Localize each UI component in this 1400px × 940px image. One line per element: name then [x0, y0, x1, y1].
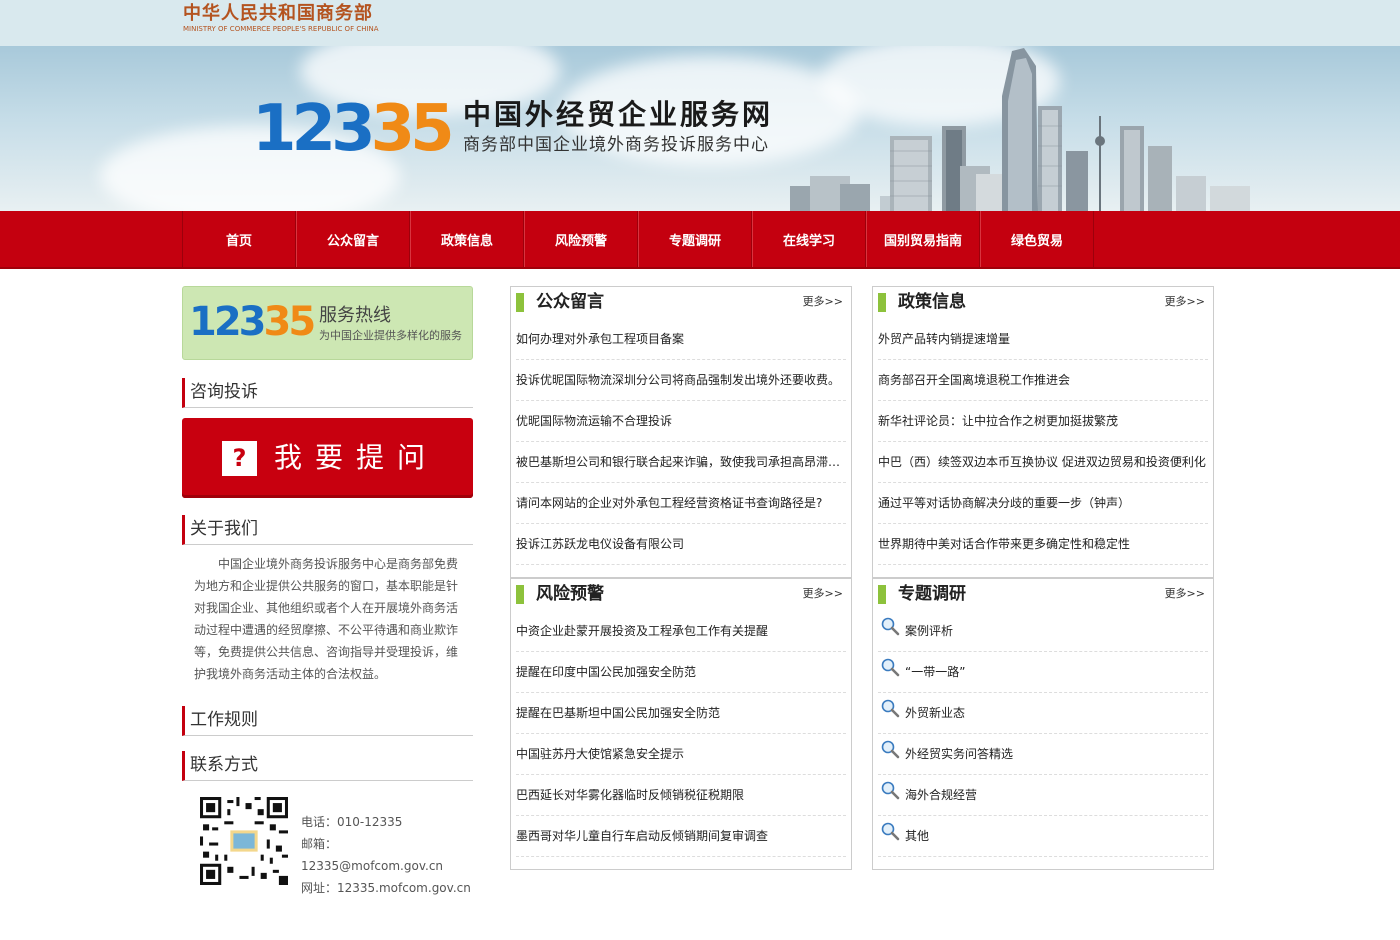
- list-item[interactable]: 墨西哥对华儿童自行车启动反倾销期间复审调查: [516, 816, 846, 857]
- main-nav: 首页 公众留言 政策信息 风险预警 专题调研 在线学习 国别贸易指南 绿色贸易: [0, 211, 1400, 269]
- contact-block: 电话：010-12335 邮箱： 12335@mofcom.gov.cn 网址：…: [182, 793, 473, 903]
- list-item[interactable]: 通过平等对话协商解决分歧的重要一步（钟声）: [878, 483, 1208, 524]
- city-skyline-image: [790, 48, 1250, 211]
- list-item[interactable]: 提醒在印度中国公民加强安全防范: [516, 652, 846, 693]
- nav-topic-research[interactable]: 专题调研: [638, 211, 752, 267]
- list-item[interactable]: 中国驻苏丹大使馆紧急安全提示: [516, 734, 846, 775]
- contact-email[interactable]: 12335@mofcom.gov.cn: [301, 855, 471, 877]
- list-item[interactable]: 投诉江苏跃龙电仪设备有限公司: [516, 524, 846, 565]
- about-text: 中国企业境外商务投诉服务中心是商务部免费为地方和企业提供公共服务的窗口，基本职能…: [194, 557, 459, 681]
- panel-topic-research: 专题调研 更多>> 案例评析 “一带一路” 外贸新业态 外经贸实务问答精选 海外…: [872, 578, 1214, 870]
- hotline-number: 12335: [189, 299, 316, 345]
- about-heading[interactable]: 关于我们: [182, 515, 473, 545]
- contact-email-label: 邮箱：: [301, 837, 338, 851]
- contact-heading[interactable]: 联系方式: [182, 751, 473, 781]
- ask-question-button[interactable]: ? 我要提问: [182, 418, 473, 498]
- nav-country-trade-guide[interactable]: 国别贸易指南: [866, 211, 980, 267]
- left-sidebar: 12335 服务热线 为中国企业提供多样化的服务 咨询投诉 ? 我要提问 关于我…: [182, 286, 473, 903]
- magnifier-icon: [881, 699, 900, 718]
- list-item[interactable]: 优昵国际物流运输不合理投诉: [516, 401, 846, 442]
- top-strip: 中华人民共和国商务部 MINISTRY OF COMMERCE PEOPLE'S…: [0, 0, 1400, 46]
- site-logo-number[interactable]: 12335: [252, 94, 455, 164]
- section-marker: [878, 293, 886, 312]
- main-content: 12335 服务热线 为中国企业提供多样化的服务 咨询投诉 ? 我要提问 关于我…: [0, 269, 1400, 939]
- topic-item[interactable]: 外贸新业态: [878, 693, 1208, 734]
- rules-heading[interactable]: 工作规则: [182, 706, 473, 736]
- magnifier-icon: [881, 617, 900, 636]
- magnifier-icon: [881, 781, 900, 800]
- hotline-title: 服务热线: [319, 305, 391, 326]
- magnifier-icon: [881, 740, 900, 759]
- question-mark-icon: ?: [222, 441, 257, 476]
- list-item[interactable]: 中资企业赴蒙开展投资及工程承包工作有关提醒: [516, 611, 846, 652]
- section-marker: [516, 293, 524, 312]
- hotline-subtitle: 为中国企业提供多样化的服务: [319, 329, 462, 342]
- topic-item[interactable]: “一带一路”: [878, 652, 1208, 693]
- magnifier-icon: [881, 822, 900, 841]
- more-link[interactable]: 更多>>: [803, 295, 843, 309]
- nav-policy-info[interactable]: 政策信息: [410, 211, 524, 267]
- panel-risk-warning: 风险预警 更多>> 中资企业赴蒙开展投资及工程承包工作有关提醒 提醒在印度中国公…: [510, 578, 852, 870]
- nav-online-learning[interactable]: 在线学习: [752, 211, 866, 267]
- list-item[interactable]: 请问本网站的企业对外承包工程经营资格证书查询路径是?: [516, 483, 846, 524]
- list-item[interactable]: 如何办理对外承包工程项目备案: [516, 319, 846, 360]
- nav-public-messages[interactable]: 公众留言: [296, 211, 410, 267]
- topic-item[interactable]: 其他: [878, 816, 1208, 857]
- panel-title: 风险预警: [536, 584, 604, 604]
- list-item[interactable]: 提醒在巴基斯坦中国公民加强安全防范: [516, 693, 846, 734]
- more-link[interactable]: 更多>>: [1165, 295, 1205, 309]
- section-marker: [516, 585, 524, 604]
- list-item[interactable]: 中巴（西）续签双边本币互换协议 促进双边贸易和投资便利化: [878, 442, 1208, 483]
- ministry-name-cn: 中华人民共和国商务部: [183, 3, 373, 24]
- consult-heading[interactable]: 咨询投诉: [182, 378, 473, 408]
- list-item[interactable]: 新华社评论员：让中拉合作之树更加挺拔繁茂: [878, 401, 1208, 442]
- ministry-name-en: MINISTRY OF COMMERCE PEOPLE'S REPUBLIC O…: [183, 25, 379, 33]
- more-link[interactable]: 更多>>: [803, 587, 843, 601]
- list-item[interactable]: 世界期待中美对话合作带来更多确定性和稳定性: [878, 524, 1208, 565]
- panel-policy-info: 政策信息 更多>> 外贸产品转内销提速增量 商务部召开全国离境退税工作推进会 新…: [872, 286, 1214, 578]
- site-subtitle: 商务部中国企业境外商务投诉服务中心: [463, 135, 769, 155]
- hotline-banner[interactable]: 12335 服务热线 为中国企业提供多样化的服务: [182, 286, 473, 360]
- topic-item[interactable]: 外经贸实务问答精选: [878, 734, 1208, 775]
- list-item[interactable]: 投诉优昵国际物流深圳分公司将商品强制发出境外还要收费。: [516, 360, 846, 401]
- list-item[interactable]: 被巴基斯坦公司和银行联合起来诈骗，致使我司承担高昂滞…: [516, 442, 846, 483]
- nav-home[interactable]: 首页: [182, 211, 296, 267]
- list-item[interactable]: 商务部召开全国离境退税工作推进会: [878, 360, 1208, 401]
- panel-public-messages: 公众留言 更多>> 如何办理对外承包工程项目备案 投诉优昵国际物流深圳分公司将商…: [510, 286, 852, 578]
- panel-title: 专题调研: [898, 584, 966, 604]
- nav-green-trade[interactable]: 绿色贸易: [980, 211, 1094, 267]
- topic-item[interactable]: 案例评析: [878, 611, 1208, 652]
- magnifier-icon: [881, 658, 900, 677]
- contact-phone: 电话：010-12335: [301, 815, 403, 829]
- panel-title: 公众留言: [536, 292, 604, 312]
- site-title: 中国外经贸企业服务网: [463, 98, 774, 131]
- panel-title: 政策信息: [898, 292, 966, 312]
- nav-risk-warning[interactable]: 风险预警: [524, 211, 638, 267]
- list-item[interactable]: 巴西延长对华雾化器临时反倾销税征税期限: [516, 775, 846, 816]
- banner: 12335 中国外经贸企业服务网 商务部中国企业境外商务投诉服务中心: [0, 46, 1400, 211]
- more-link[interactable]: 更多>>: [1165, 587, 1205, 601]
- section-marker: [878, 585, 886, 604]
- contact-info: 电话：010-12335 邮箱： 12335@mofcom.gov.cn 网址：…: [301, 811, 471, 899]
- ministry-logo[interactable]: 中华人民共和国商务部 MINISTRY OF COMMERCE PEOPLE'S…: [183, 3, 379, 33]
- list-item[interactable]: 外贸产品转内销提速增量: [878, 319, 1208, 360]
- qr-code-image: [200, 797, 288, 885]
- topic-item[interactable]: 海外合规经营: [878, 775, 1208, 816]
- ask-question-label: 我要提问: [274, 441, 439, 474]
- contact-website[interactable]: 网址：12335.mofcom.gov.cn: [301, 877, 471, 899]
